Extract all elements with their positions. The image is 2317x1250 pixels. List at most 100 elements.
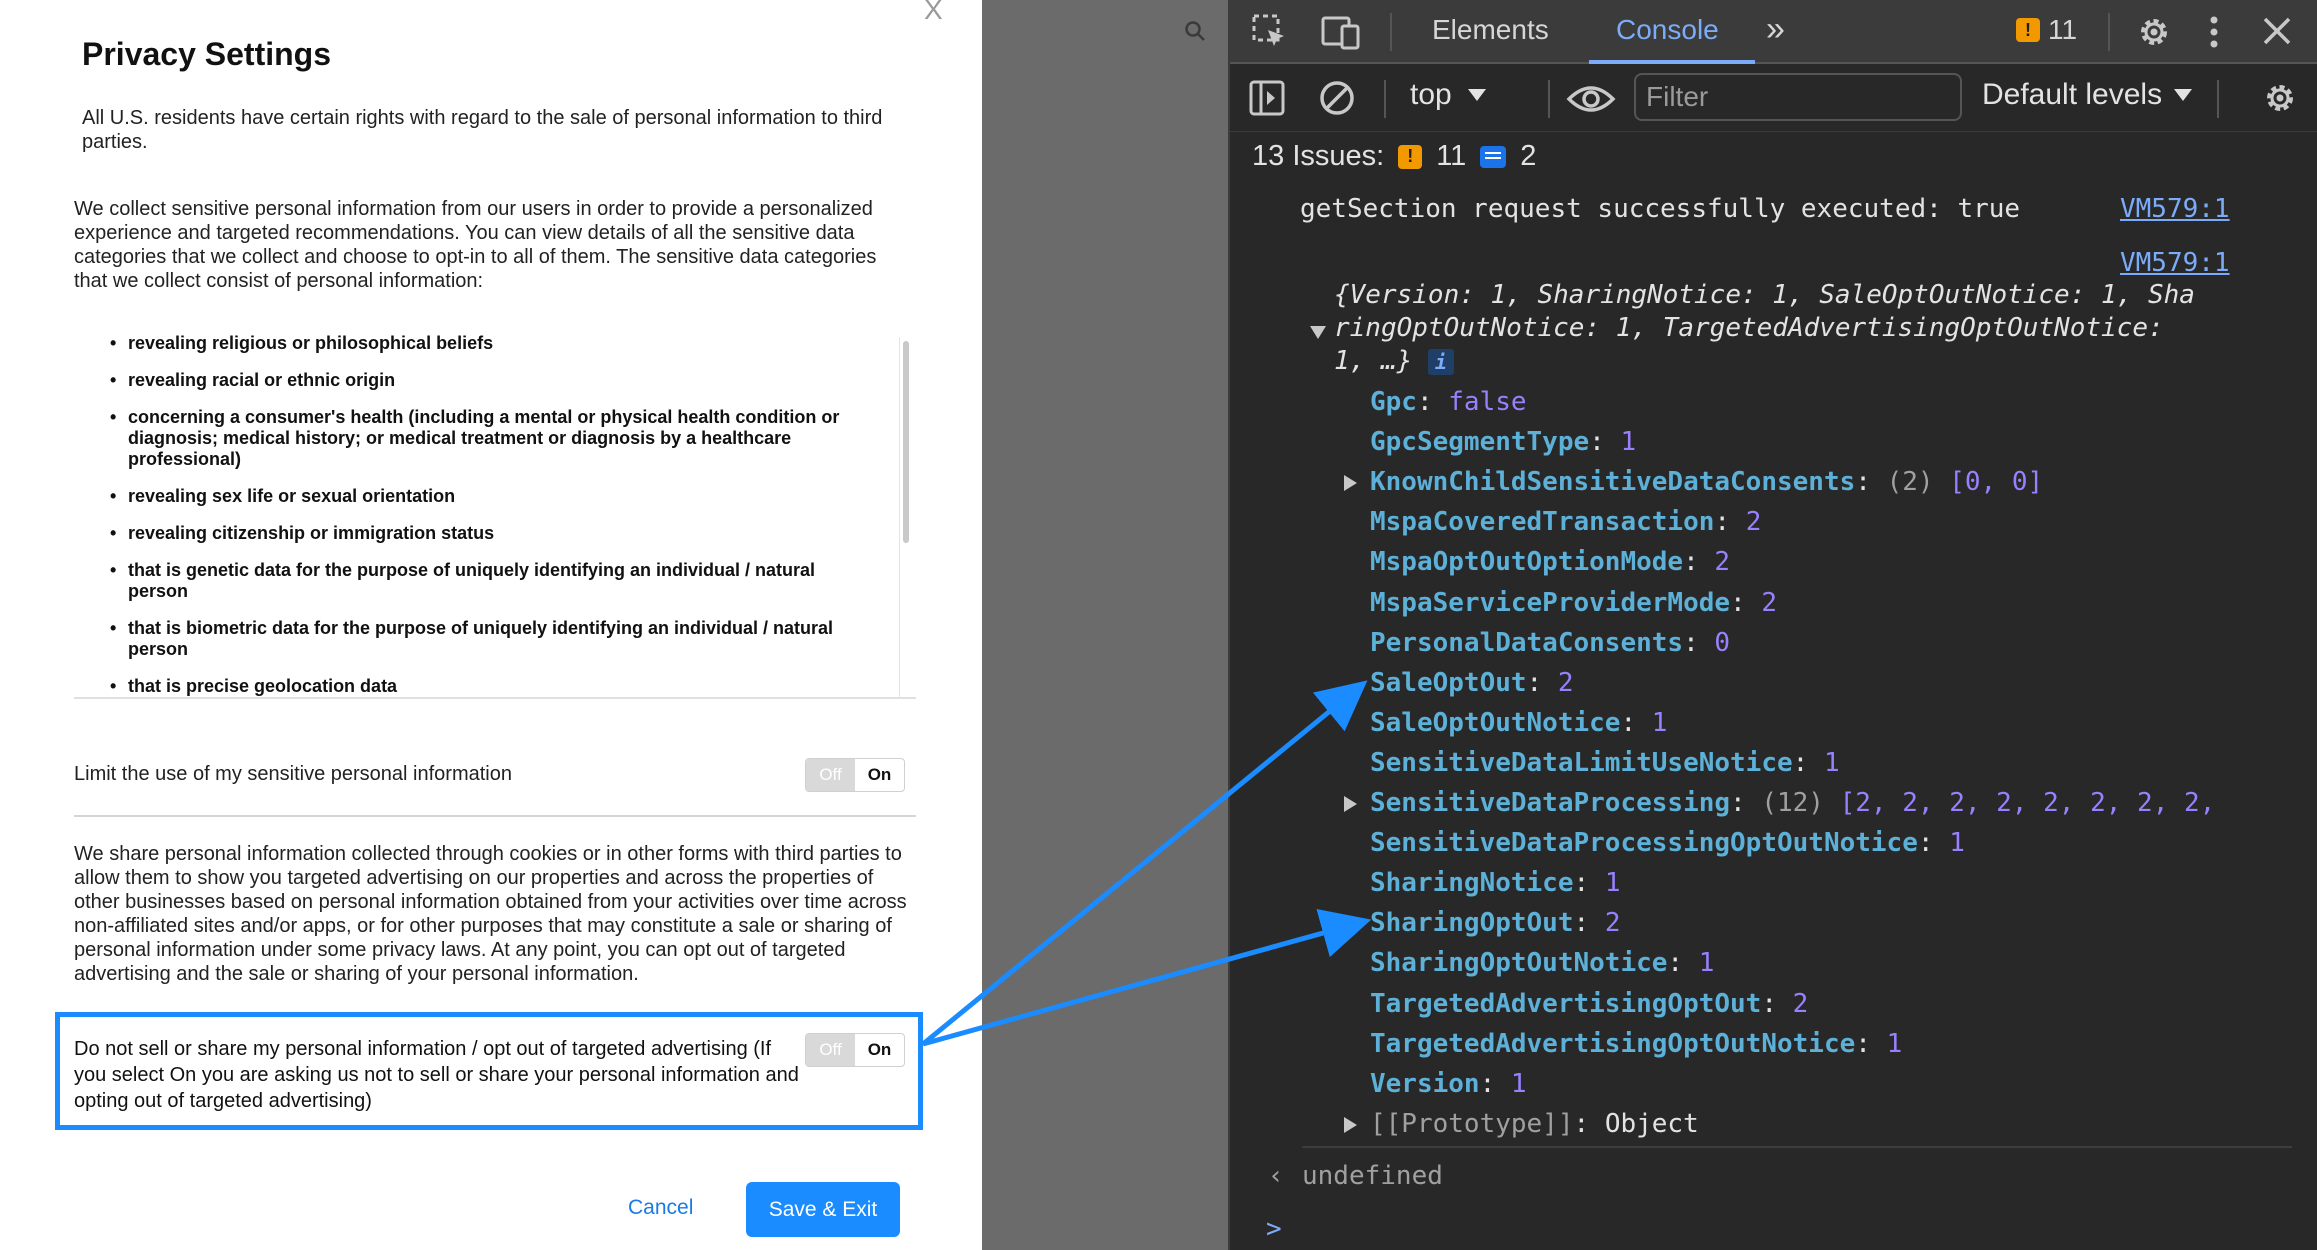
- property-key: TargetedAdvertisingOptOutNotice: [1370, 1029, 1856, 1059]
- property-value: 1: [1949, 828, 1965, 858]
- property-value: 1: [1604, 868, 1621, 898]
- device-toolbar-icon[interactable]: [1320, 12, 1362, 52]
- source-link[interactable]: VM579:1: [2120, 248, 2230, 278]
- context-selector[interactable]: top: [1410, 78, 1486, 112]
- divider: [74, 815, 916, 817]
- sensitive-categories-list: revealing religious or philosophical bel…: [74, 325, 916, 699]
- object-preview-line: 1, …}: [1334, 346, 1413, 376]
- clear-console-icon[interactable]: [1318, 79, 1358, 119]
- property-value: false: [1448, 387, 1527, 417]
- property-key: MspaOptOutOptionMode: [1370, 547, 1684, 577]
- tab-console[interactable]: Console: [1616, 14, 1719, 46]
- expand-triangle-icon[interactable]: [1344, 796, 1357, 812]
- chevron-down-icon: [2174, 89, 2193, 101]
- property-row: MspaOptOutOptionMode: 2: [1370, 547, 1731, 577]
- property-key: TargetedAdvertisingOptOut: [1370, 989, 1762, 1019]
- expand-triangle-icon[interactable]: [1344, 1117, 1357, 1133]
- divider: [1384, 80, 1386, 118]
- save-exit-button[interactable]: Save & Exit: [746, 1182, 900, 1237]
- toggle-off-option[interactable]: Off: [806, 1034, 855, 1066]
- property-key: MspaCoveredTransaction: [1370, 507, 1715, 537]
- collapse-triangle-icon[interactable]: [1310, 326, 1326, 339]
- intro-text: All U.S. residents have certain rights w…: [82, 107, 883, 153]
- context-label: top: [1410, 78, 1452, 111]
- cancel-button[interactable]: Cancel: [628, 1196, 693, 1220]
- settings-gear-icon[interactable]: [2134, 12, 2174, 52]
- property-value: 1: [1620, 427, 1637, 457]
- property-row: Gpc: false: [1370, 387, 1527, 417]
- object-preview-line[interactable]: ringOptOutNotice: 1, TargetedAdvertising…: [1334, 313, 2164, 343]
- property-value: [0, 0]: [1949, 467, 2044, 497]
- property-row: SensitiveDataProcessingOptOutNotice: 1: [1370, 828, 1965, 858]
- share-description: We share personal information collected …: [74, 843, 907, 985]
- property-row[interactable]: [[Prototype]]: Object: [1344, 1109, 1699, 1139]
- do-not-sell-toggle[interactable]: Off On: [805, 1033, 905, 1067]
- property-row: TargetedAdvertisingOptOut: 2: [1370, 989, 1809, 1019]
- object-preview-line[interactable]: {Version: 1, SharingNotice: 1, SaleOptOu…: [1334, 280, 2195, 310]
- inspect-element-icon[interactable]: [1250, 12, 1290, 52]
- divider: [1302, 1146, 2292, 1148]
- close-button[interactable]: X: [924, 0, 943, 26]
- divider: [2108, 13, 2110, 51]
- sensitive-data-description: We collect sensitive personal informatio…: [74, 198, 877, 292]
- list-item: revealing racial or ethnic origin: [110, 370, 852, 391]
- property-row[interactable]: KnownChildSensitiveDataConsents: (2) [0,…: [1344, 467, 2044, 497]
- property-value: 1: [1651, 708, 1668, 738]
- property-key: SaleOptOutNotice: [1370, 708, 1621, 738]
- do-not-sell-label: Do not sell or share my personal informa…: [74, 1038, 799, 1112]
- info-message-icon: [1480, 145, 1507, 168]
- issues-summary[interactable]: 13 Issues: ! 11 2: [1252, 140, 1536, 173]
- property-row[interactable]: SensitiveDataProcessing: (12) [2, 2, 2, …: [1344, 788, 2215, 818]
- close-devtools-icon[interactable]: [2260, 14, 2294, 48]
- expand-triangle-icon[interactable]: [1344, 475, 1357, 491]
- more-options-icon[interactable]: [2208, 14, 2220, 50]
- sidebar-toggle-icon[interactable]: [1248, 79, 1288, 119]
- property-key: Version: [1370, 1069, 1480, 1099]
- warnings-counter[interactable]: ! 11: [2016, 14, 2077, 46]
- search-icon[interactable]: [1184, 20, 1206, 42]
- live-expression-eye-icon[interactable]: [1566, 80, 1616, 118]
- property-value: 2: [1745, 507, 1762, 537]
- property-row: SharingOptOut: 2: [1370, 908, 1621, 938]
- property-key: PersonalDataConsents: [1370, 628, 1684, 658]
- property-key: SharingOptOut: [1370, 908, 1574, 938]
- property-row: MspaServiceProviderMode: 2: [1370, 588, 1777, 618]
- property-key: SensitiveDataProcessing: [1370, 788, 1731, 818]
- toggle-off-option[interactable]: Off: [806, 759, 855, 791]
- log-levels-dropdown[interactable]: Default levels: [1982, 78, 2193, 112]
- info-badge-icon[interactable]: i: [1427, 349, 1454, 375]
- property-value: 1: [1886, 1029, 1903, 1059]
- property-row: SharingOptOutNotice: 1: [1370, 948, 1715, 978]
- divider: [1390, 13, 1392, 51]
- property-key: SharingNotice: [1370, 868, 1574, 898]
- property-row: SharingNotice: 1: [1370, 868, 1621, 898]
- console-output: getSection request successfully executed…: [1230, 186, 2317, 1250]
- more-tabs-button[interactable]: »: [1766, 10, 1785, 49]
- list-scrollbar[interactable]: [899, 337, 913, 697]
- dialog-title: Privacy Settings: [82, 36, 331, 72]
- object-preview-end: 1, …} i: [1334, 346, 1454, 376]
- list-item: revealing sex life or sexual orientation: [110, 486, 852, 507]
- limit-sensitive-toggle[interactable]: Off On: [805, 758, 905, 792]
- property-value: 2: [1557, 668, 1574, 698]
- chevron-down-icon: [1467, 89, 1486, 101]
- property-value: 2: [1792, 989, 1809, 1019]
- property-row: PersonalDataConsents: 0: [1370, 628, 1731, 658]
- limit-sensitive-label: Limit the use of my sensitive personal i…: [74, 763, 512, 785]
- list-item: concerning a consumer's health (includin…: [110, 407, 852, 470]
- tab-elements[interactable]: Elements: [1432, 14, 1549, 46]
- issues-info-count: 2: [1520, 140, 1537, 172]
- console-settings-gear-icon[interactable]: [2260, 78, 2300, 118]
- list-item: revealing citizenship or immigration sta…: [110, 523, 852, 544]
- scrollbar-thumb[interactable]: [903, 341, 909, 543]
- property-key: SharingOptOutNotice: [1370, 948, 1668, 978]
- toggle-on-option[interactable]: On: [855, 759, 904, 791]
- return-arrow-icon: ‹: [1268, 1161, 1284, 1191]
- source-link[interactable]: VM579:1: [2120, 194, 2230, 224]
- filter-input[interactable]: [1634, 73, 1962, 121]
- log-message: getSection request successfully executed…: [1300, 194, 2021, 224]
- property-value: Object: [1604, 1109, 1699, 1139]
- divider: [1548, 80, 1550, 118]
- toggle-on-option[interactable]: On: [855, 1034, 904, 1066]
- console-prompt[interactable]: >: [1266, 1214, 1282, 1244]
